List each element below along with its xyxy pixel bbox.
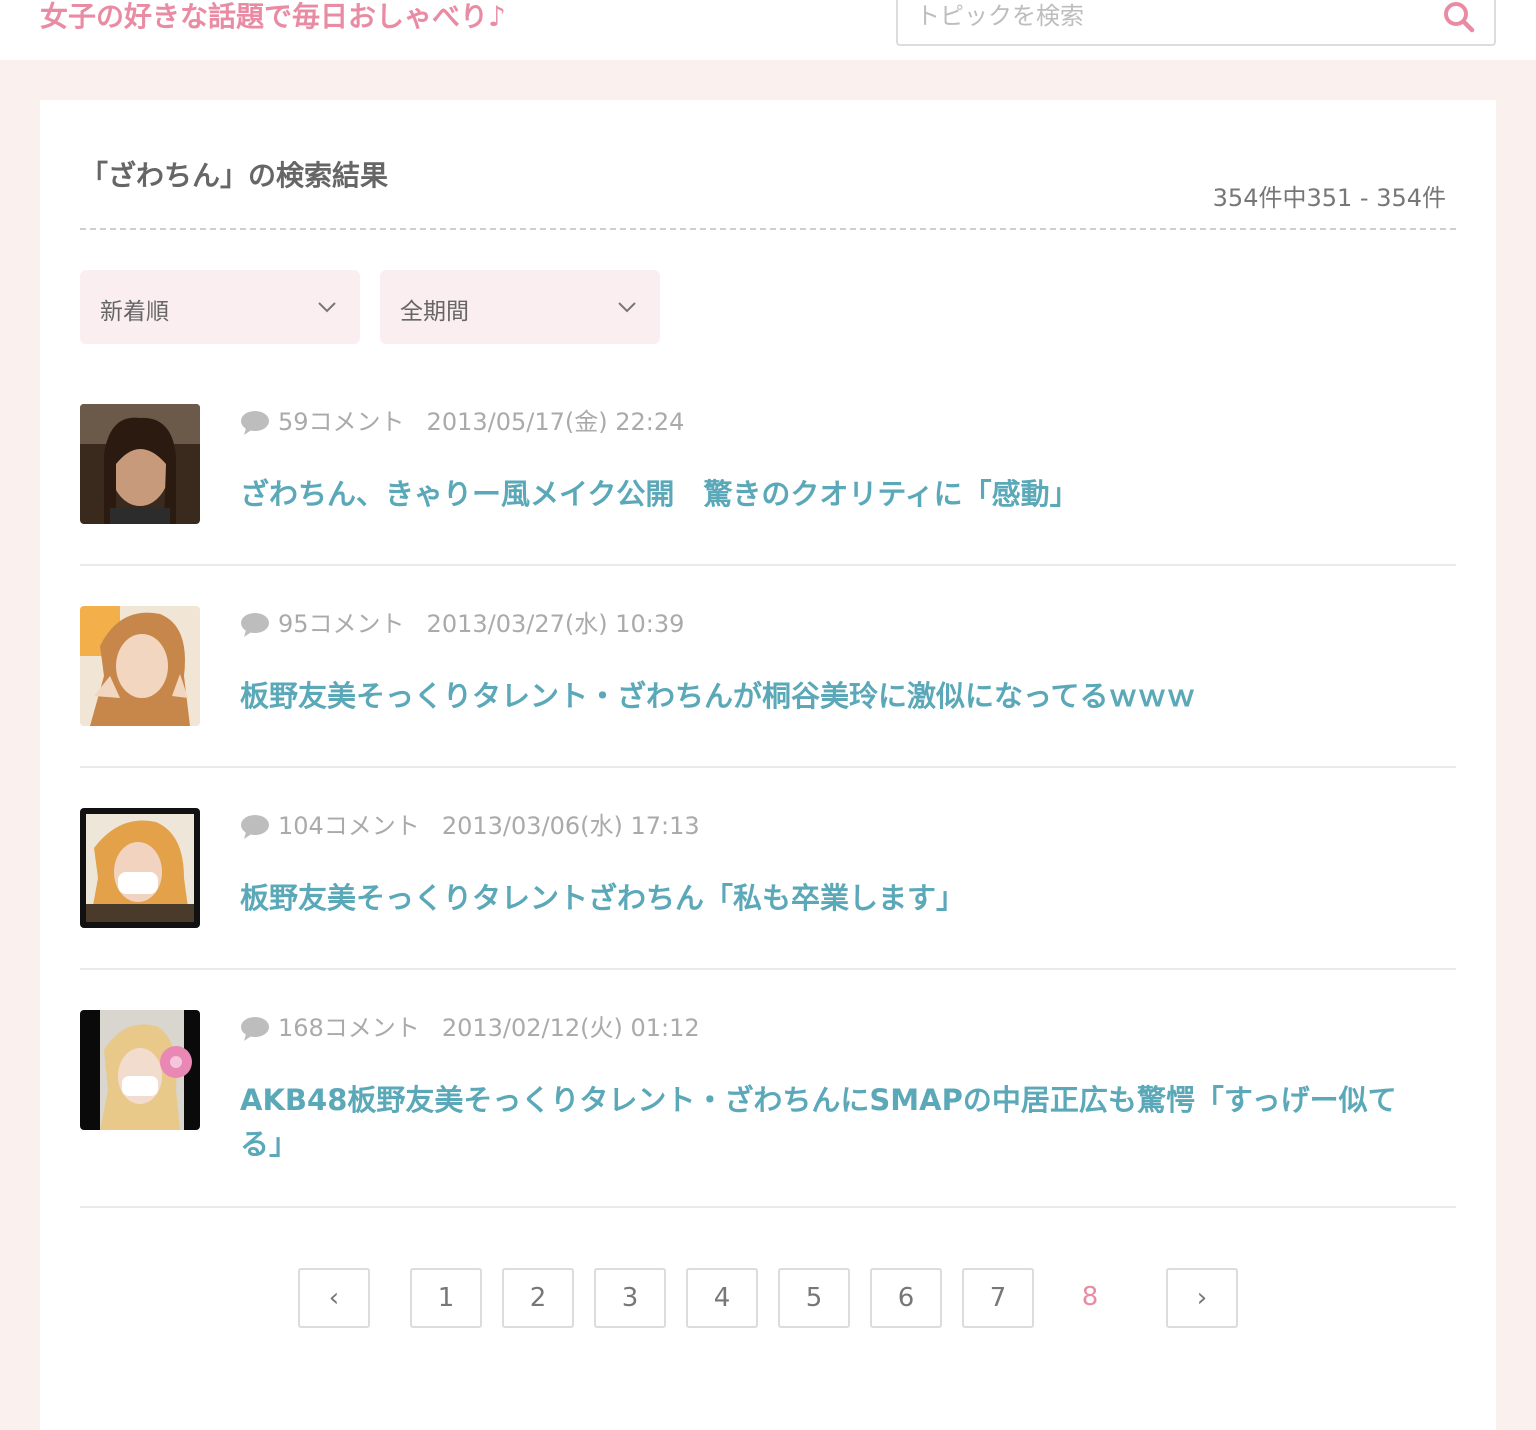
search-icon: [1444, 2, 1475, 33]
topic-title-link[interactable]: 板野友美そっくりタレントざわちん「私も卒業します」: [240, 876, 1410, 920]
list-item: 95コメント 2013/03/27(水) 10:39 板野友美そっくりタレント・ざ…: [80, 606, 1456, 768]
post-date: 2013/03/27(水) 10:39: [426, 610, 685, 638]
topic-thumbnail[interactable]: [80, 404, 200, 524]
thumbnail-image: [80, 404, 200, 524]
period-select-label: 全期間: [400, 299, 469, 325]
post-date: 2013/02/12(火) 01:12: [441, 1014, 700, 1042]
list-item: 104コメント 2013/03/06(水) 17:13 板野友美そっくりタレントざ…: [80, 808, 1456, 970]
search-input[interactable]: [916, 0, 1416, 38]
results-count: 354件中351 - 354件: [1212, 184, 1446, 212]
pagination-page-5[interactable]: 5: [778, 1268, 850, 1328]
sort-select-label: 新着順: [100, 299, 169, 325]
topic-title-link[interactable]: AKB48板野友美そっくりタレント・ざわちんにSMAPの中居正広も驚愕「すっげー…: [240, 1078, 1410, 1166]
comment-icon: [241, 1017, 269, 1041]
search-button[interactable]: [1442, 0, 1476, 34]
chevron-down-icon: [318, 302, 336, 313]
list-item: 168コメント 2013/02/12(火) 01:12 AKB48板野友美そっくり…: [80, 1010, 1456, 1208]
site-tagline[interactable]: 女子の好きな話題で毎日おしゃべり♪: [40, 0, 506, 34]
pagination-page-6[interactable]: 6: [870, 1268, 942, 1328]
pagination-page-1[interactable]: 1: [410, 1268, 482, 1328]
topic-thumbnail[interactable]: [80, 808, 200, 928]
search-results-card: 「ざわちん」の検索結果 354件中351 - 354件 新着順 全期間 59コメ…: [40, 100, 1496, 1430]
comment-icon: [241, 815, 269, 839]
list-item: 59コメント 2013/05/17(金) 22:24 ざわちん、きゃりー風メイク公…: [80, 404, 1456, 566]
header: 女子の好きな話題で毎日おしゃべり♪: [0, 0, 1536, 60]
comment-count: 95コメント: [278, 610, 405, 638]
pagination-current-page: 8: [1081, 1282, 1099, 1312]
results-title: 「ざわちん」の検索結果: [80, 159, 389, 192]
topic-thumbnail[interactable]: [80, 1010, 200, 1130]
pagination-next-button[interactable]: ›: [1166, 1268, 1238, 1328]
pagination-page-7[interactable]: 7: [962, 1268, 1034, 1328]
thumbnail-image: [80, 606, 200, 726]
pagination-page-2[interactable]: 2: [502, 1268, 574, 1328]
topic-meta: 95コメント 2013/03/27(水) 10:39: [240, 608, 684, 640]
thumbnail-image: [80, 1010, 200, 1130]
period-select[interactable]: 全期間: [380, 270, 660, 344]
post-date: 2013/03/06(水) 17:13: [441, 812, 700, 840]
comment-count: 104コメント: [278, 812, 420, 840]
comment-icon: [241, 613, 269, 637]
comment-count: 59コメント: [278, 408, 405, 436]
comment-count: 168コメント: [278, 1014, 420, 1042]
divider: [80, 228, 1456, 230]
topic-meta: 168コメント 2013/02/12(火) 01:12: [240, 1012, 700, 1044]
topic-meta: 59コメント 2013/05/17(金) 22:24: [240, 406, 684, 438]
topic-thumbnail[interactable]: [80, 606, 200, 726]
topic-meta: 104コメント 2013/03/06(水) 17:13: [240, 810, 700, 842]
sort-select[interactable]: 新着順: [80, 270, 360, 344]
comment-icon: [241, 411, 269, 435]
post-date: 2013/05/17(金) 22:24: [426, 408, 685, 436]
pagination-prev-button[interactable]: ‹: [298, 1268, 370, 1328]
pagination-page-4[interactable]: 4: [686, 1268, 758, 1328]
search-box: [896, 0, 1496, 46]
topic-title-link[interactable]: 板野友美そっくりタレント・ざわちんが桐谷美玲に激似になってるｗｗｗ: [240, 674, 1410, 718]
topic-title-link[interactable]: ざわちん、きゃりー風メイク公開 驚きのクオリティに「感動」: [240, 472, 1410, 516]
thumbnail-image: [80, 808, 200, 928]
chevron-down-icon: [618, 302, 636, 313]
pagination-page-3[interactable]: 3: [594, 1268, 666, 1328]
